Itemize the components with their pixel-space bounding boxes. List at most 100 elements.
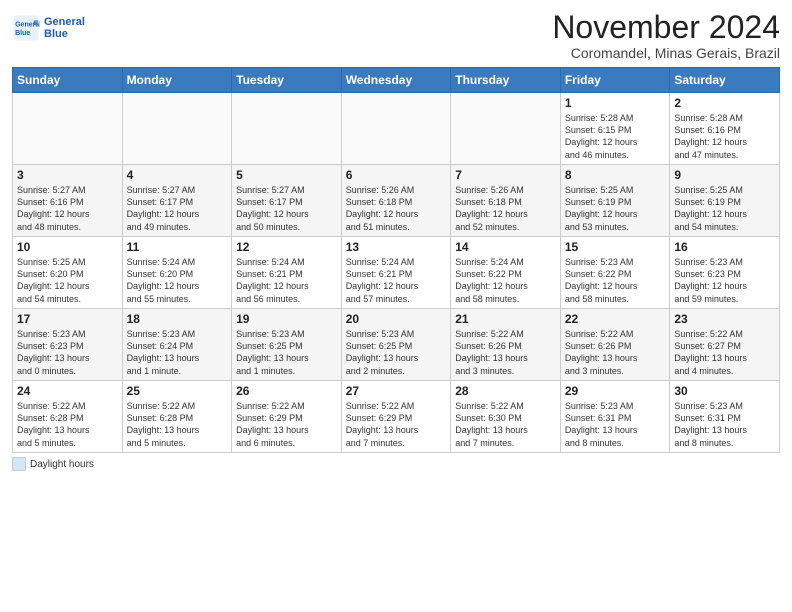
day-number: 29	[565, 384, 666, 398]
day-cell	[341, 93, 451, 165]
day-cell: 21Sunrise: 5:22 AM Sunset: 6:26 PM Dayli…	[451, 309, 561, 381]
weekday-header-sunday: Sunday	[13, 68, 123, 93]
day-cell: 26 Sunrise: 5:22 AM Sunset: 6:29 PM Dayli…	[232, 381, 342, 453]
week-row-4: 24 Sunrise: 5:22 AM Sunset: 6:28 PM Dayli…	[13, 381, 780, 453]
day-cell: 11Sunrise: 5:24 AM Sunset: 6:20 PM Dayli…	[122, 237, 232, 309]
day-number: 9	[674, 168, 775, 182]
day-number: 1	[565, 96, 666, 110]
day-number: 15	[565, 240, 666, 254]
day-number: 27	[346, 384, 447, 398]
day-cell: 20Sunrise: 5:23 AM Sunset: 6:25 PM Dayli…	[341, 309, 451, 381]
calendar-header: SundayMondayTuesdayWednesdayThursdayFrid…	[13, 68, 780, 93]
day-cell	[13, 93, 123, 165]
day-info: Sunrise: 5:23 AM Sunset: 6:25 PM Dayligh…	[346, 328, 447, 377]
day-number: 19	[236, 312, 337, 326]
day-info: Sunrise: 5:25 AM Sunset: 6:19 PM Dayligh…	[565, 184, 666, 233]
day-number: 21	[455, 312, 556, 326]
day-cell	[451, 93, 561, 165]
day-cell: 1 Sunrise: 5:28 AM Sunset: 6:15 PM Daylig…	[560, 93, 670, 165]
day-cell: 28 Sunrise: 5:22 AM Sunset: 6:30 PM Dayli…	[451, 381, 561, 453]
day-info: Sunrise: 5:24 AM Sunset: 6:22 PM Dayligh…	[455, 256, 556, 305]
day-cell	[122, 93, 232, 165]
day-info: Sunrise: 5:24 AM Sunset: 6:21 PM Dayligh…	[236, 256, 337, 305]
day-number: 5	[236, 168, 337, 182]
day-cell: 8 Sunrise: 5:25 AM Sunset: 6:19 PM Daylig…	[560, 165, 670, 237]
day-cell: 19 Sunrise: 5:23 AM Sunset: 6:25 PM Dayli…	[232, 309, 342, 381]
day-cell: 30 Sunrise: 5:23 AM Sunset: 6:31 PM Dayli…	[670, 381, 780, 453]
day-info: Sunrise: 5:22 AM Sunset: 6:26 PM Dayligh…	[565, 328, 666, 377]
day-cell: 12 Sunrise: 5:24 AM Sunset: 6:21 PM Dayli…	[232, 237, 342, 309]
logo-icon: General Blue	[12, 14, 40, 42]
day-info: Sunrise: 5:28 AM Sunset: 6:16 PM Dayligh…	[674, 112, 775, 161]
logo: General Blue General Blue	[12, 14, 85, 42]
weekday-header-monday: Monday	[122, 68, 232, 93]
day-number: 30	[674, 384, 775, 398]
day-info: Sunrise: 5:23 AM Sunset: 6:23 PM Dayligh…	[17, 328, 118, 377]
day-cell: 5 Sunrise: 5:27 AM Sunset: 6:17 PM Daylig…	[232, 165, 342, 237]
day-info: Sunrise: 5:27 AM Sunset: 6:17 PM Dayligh…	[127, 184, 228, 233]
day-cell: 3Sunrise: 5:27 AM Sunset: 6:16 PM Daylig…	[13, 165, 123, 237]
day-info: Sunrise: 5:23 AM Sunset: 6:31 PM Dayligh…	[674, 400, 775, 449]
day-info: Sunrise: 5:27 AM Sunset: 6:16 PM Dayligh…	[17, 184, 118, 233]
day-cell: 13 Sunrise: 5:24 AM Sunset: 6:21 PM Dayli…	[341, 237, 451, 309]
title-block: November 2024 Coromandel, Minas Gerais, …	[552, 10, 780, 61]
day-info: Sunrise: 5:22 AM Sunset: 6:28 PM Dayligh…	[17, 400, 118, 449]
day-info: Sunrise: 5:24 AM Sunset: 6:21 PM Dayligh…	[346, 256, 447, 305]
day-info: Sunrise: 5:23 AM Sunset: 6:31 PM Dayligh…	[565, 400, 666, 449]
day-info: Sunrise: 5:26 AM Sunset: 6:18 PM Dayligh…	[346, 184, 447, 233]
week-row-1: 3Sunrise: 5:27 AM Sunset: 6:16 PM Daylig…	[13, 165, 780, 237]
day-cell	[232, 93, 342, 165]
weekday-row: SundayMondayTuesdayWednesdayThursdayFrid…	[13, 68, 780, 93]
day-info: Sunrise: 5:23 AM Sunset: 6:22 PM Dayligh…	[565, 256, 666, 305]
day-number: 10	[17, 240, 118, 254]
day-cell: 2 Sunrise: 5:28 AM Sunset: 6:16 PM Daylig…	[670, 93, 780, 165]
day-info: Sunrise: 5:25 AM Sunset: 6:19 PM Dayligh…	[674, 184, 775, 233]
day-number: 8	[565, 168, 666, 182]
day-number: 24	[17, 384, 118, 398]
day-info: Sunrise: 5:23 AM Sunset: 6:24 PM Dayligh…	[127, 328, 228, 377]
day-number: 4	[127, 168, 228, 182]
day-info: Sunrise: 5:22 AM Sunset: 6:30 PM Dayligh…	[455, 400, 556, 449]
weekday-header-wednesday: Wednesday	[341, 68, 451, 93]
day-info: Sunrise: 5:25 AM Sunset: 6:20 PM Dayligh…	[17, 256, 118, 305]
day-number: 6	[346, 168, 447, 182]
day-number: 26	[236, 384, 337, 398]
logo-text: General Blue	[44, 16, 85, 40]
day-info: Sunrise: 5:22 AM Sunset: 6:28 PM Dayligh…	[127, 400, 228, 449]
weekday-header-saturday: Saturday	[670, 68, 780, 93]
day-info: Sunrise: 5:27 AM Sunset: 6:17 PM Dayligh…	[236, 184, 337, 233]
calendar-body: 1 Sunrise: 5:28 AM Sunset: 6:15 PM Daylig…	[13, 93, 780, 453]
weekday-header-tuesday: Tuesday	[232, 68, 342, 93]
day-cell: 22Sunrise: 5:22 AM Sunset: 6:26 PM Dayli…	[560, 309, 670, 381]
header: General Blue General Blue November 2024 …	[12, 10, 780, 61]
day-cell: 4 Sunrise: 5:27 AM Sunset: 6:17 PM Daylig…	[122, 165, 232, 237]
day-info: Sunrise: 5:22 AM Sunset: 6:29 PM Dayligh…	[346, 400, 447, 449]
day-number: 23	[674, 312, 775, 326]
day-number: 18	[127, 312, 228, 326]
week-row-3: 17 Sunrise: 5:23 AM Sunset: 6:23 PM Dayli…	[13, 309, 780, 381]
day-cell: 14 Sunrise: 5:24 AM Sunset: 6:22 PM Dayli…	[451, 237, 561, 309]
day-number: 12	[236, 240, 337, 254]
day-cell: 16Sunrise: 5:23 AM Sunset: 6:23 PM Dayli…	[670, 237, 780, 309]
day-cell: 23Sunrise: 5:22 AM Sunset: 6:27 PM Dayli…	[670, 309, 780, 381]
day-number: 7	[455, 168, 556, 182]
day-cell: 10 Sunrise: 5:25 AM Sunset: 6:20 PM Dayli…	[13, 237, 123, 309]
day-cell: 27 Sunrise: 5:22 AM Sunset: 6:29 PM Dayli…	[341, 381, 451, 453]
day-number: 2	[674, 96, 775, 110]
day-info: Sunrise: 5:22 AM Sunset: 6:29 PM Dayligh…	[236, 400, 337, 449]
legend-item: Daylight hours	[12, 457, 94, 471]
day-info: Sunrise: 5:28 AM Sunset: 6:15 PM Dayligh…	[565, 112, 666, 161]
weekday-header-friday: Friday	[560, 68, 670, 93]
day-number: 13	[346, 240, 447, 254]
day-number: 16	[674, 240, 775, 254]
day-number: 14	[455, 240, 556, 254]
day-number: 25	[127, 384, 228, 398]
day-info: Sunrise: 5:24 AM Sunset: 6:20 PM Dayligh…	[127, 256, 228, 305]
day-info: Sunrise: 5:23 AM Sunset: 6:25 PM Dayligh…	[236, 328, 337, 377]
day-info: Sunrise: 5:26 AM Sunset: 6:18 PM Dayligh…	[455, 184, 556, 233]
legend-box	[12, 457, 26, 471]
day-number: 17	[17, 312, 118, 326]
day-cell: 7 Sunrise: 5:26 AM Sunset: 6:18 PM Daylig…	[451, 165, 561, 237]
day-number: 28	[455, 384, 556, 398]
location-subtitle: Coromandel, Minas Gerais, Brazil	[552, 45, 780, 61]
